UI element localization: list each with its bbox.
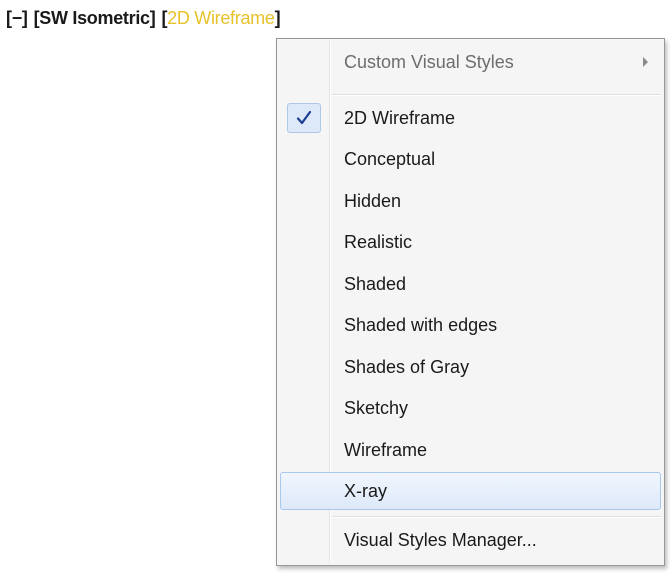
visual-style-current: 2D Wireframe	[167, 7, 275, 28]
menu-item-shaded-with-edges[interactable]: Shaded with edges	[280, 306, 661, 344]
visual-style-control[interactable]: [2D Wireframe]	[161, 8, 280, 29]
menu-item-label: Wireframe	[344, 439, 428, 460]
menu-item-label: Visual Styles Manager...	[344, 529, 537, 550]
viewport-controls: [−] [SW Isometric] [2D Wireframe]	[6, 5, 281, 31]
menu-item-conceptual[interactable]: Conceptual	[280, 140, 661, 178]
menu-item-label: Realistic	[344, 231, 413, 252]
submenu-arrow-icon	[643, 57, 648, 67]
menu-separator	[332, 94, 661, 96]
viewport-minimize-control[interactable]: [−]	[6, 8, 28, 29]
menu-item-label: Shaded with edges	[344, 314, 498, 335]
menu-item-sketchy[interactable]: Sketchy	[280, 389, 661, 427]
menu-item-label: 2D Wireframe	[344, 107, 456, 128]
menu-item-hidden[interactable]: Hidden	[280, 182, 661, 220]
menu-item-label: Custom Visual Styles	[344, 51, 514, 72]
menu-separator	[332, 516, 661, 518]
menu-item-realistic[interactable]: Realistic	[280, 223, 661, 261]
menu-item-label: Conceptual	[344, 148, 436, 169]
menu-item-shades-of-gray[interactable]: Shades of Gray	[280, 348, 661, 386]
checkmark-icon	[287, 103, 321, 133]
menu-item-label: Hidden	[344, 190, 402, 211]
menu-item-label: Sketchy	[344, 397, 409, 418]
menu-item-shaded[interactable]: Shaded	[280, 265, 661, 303]
visual-style-bracket-close: ]	[274, 7, 281, 28]
menu-item-x-ray[interactable]: X-ray	[280, 472, 661, 510]
menu-item-label: Shades of Gray	[344, 356, 470, 377]
menu-item-visual-styles-manager[interactable]: Visual Styles Manager...	[280, 521, 661, 559]
menu-item-wireframe[interactable]: Wireframe	[280, 431, 661, 469]
menu-item-2d-wireframe[interactable]: 2D Wireframe	[280, 99, 661, 137]
menu-item-custom-visual-styles[interactable]: Custom Visual Styles	[280, 43, 661, 81]
visual-styles-menu: Custom Visual Styles 2D Wireframe Concep…	[276, 38, 665, 566]
menu-item-label: Shaded	[344, 273, 407, 294]
view-direction-control[interactable]: [SW Isometric]	[34, 8, 156, 29]
menu-item-label: X-ray	[344, 480, 388, 501]
